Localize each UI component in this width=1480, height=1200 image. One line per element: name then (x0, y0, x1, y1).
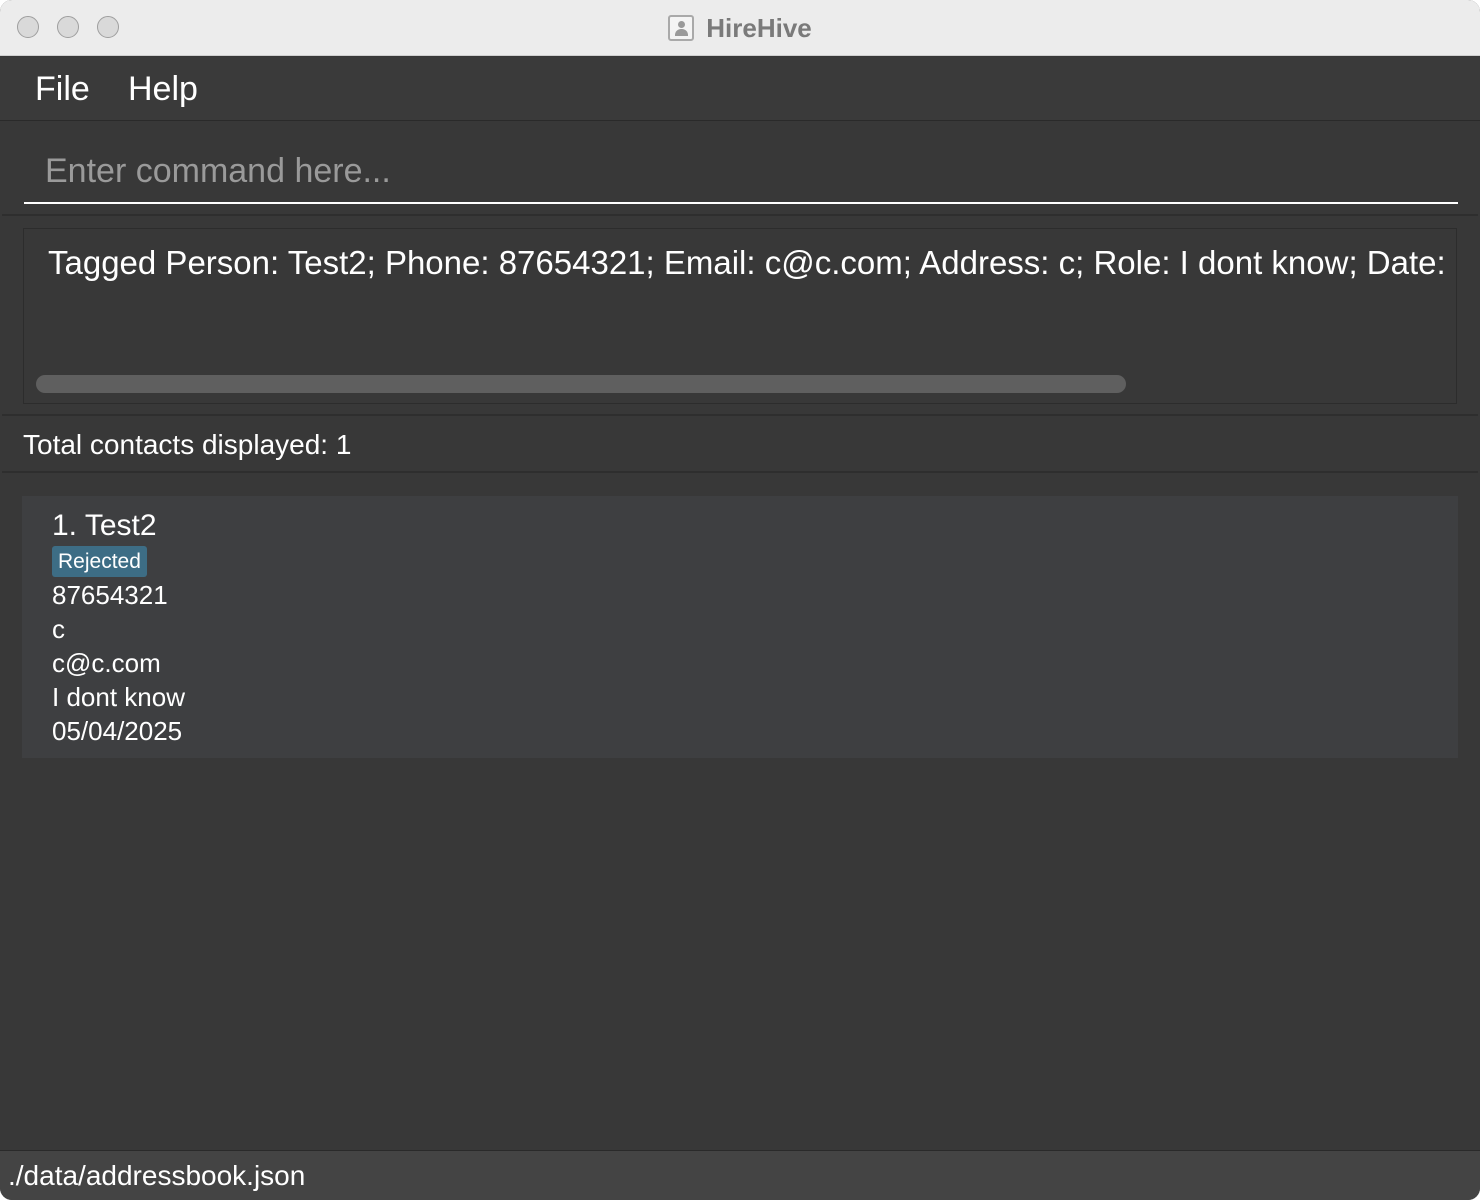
result-message: Tagged Person: Test2; Phone: 87654321; E… (48, 244, 1457, 281)
contact-list: 1. Test2 Rejected 87654321 c c@c.com I d… (2, 474, 1478, 1148)
status-tag: Rejected (52, 546, 147, 577)
status-bar: ./data/addressbook.json (0, 1150, 1480, 1200)
data-file-path: ./data/addressbook.json (8, 1160, 306, 1191)
contact-email: c@c.com (52, 648, 161, 678)
title-wrap: HireHive (0, 0, 1480, 56)
contact-card[interactable]: 1. Test2 Rejected 87654321 c c@c.com I d… (22, 496, 1458, 758)
command-input[interactable] (24, 140, 1458, 204)
window-title: HireHive (706, 12, 812, 43)
result-display: Tagged Person: Test2; Phone: 87654321; E… (23, 228, 1457, 404)
command-box-panel (2, 122, 1478, 216)
contact-address: c (52, 614, 65, 644)
contact-date: 05/04/2025 (52, 716, 183, 746)
horizontal-scrollbar[interactable] (36, 375, 1126, 393)
contact-phone: 87654321 (52, 580, 168, 610)
app-window: HireHive File Help Tagged Person: Test2;… (0, 0, 1480, 1200)
title-bar: HireHive (0, 0, 1480, 56)
contact-count: Total contacts displayed: 1 (23, 429, 352, 460)
contact-name: 1. Test2 (52, 509, 157, 542)
result-display-panel: Tagged Person: Test2; Phone: 87654321; E… (2, 216, 1478, 416)
contact-count-panel: Total contacts displayed: 1 (2, 417, 1478, 473)
contact-book-icon (668, 15, 695, 41)
menu-help[interactable]: Help (128, 69, 198, 109)
menu-bar: File Help (0, 57, 1480, 121)
menu-file[interactable]: File (35, 69, 90, 109)
contact-role: I dont know (52, 682, 185, 712)
